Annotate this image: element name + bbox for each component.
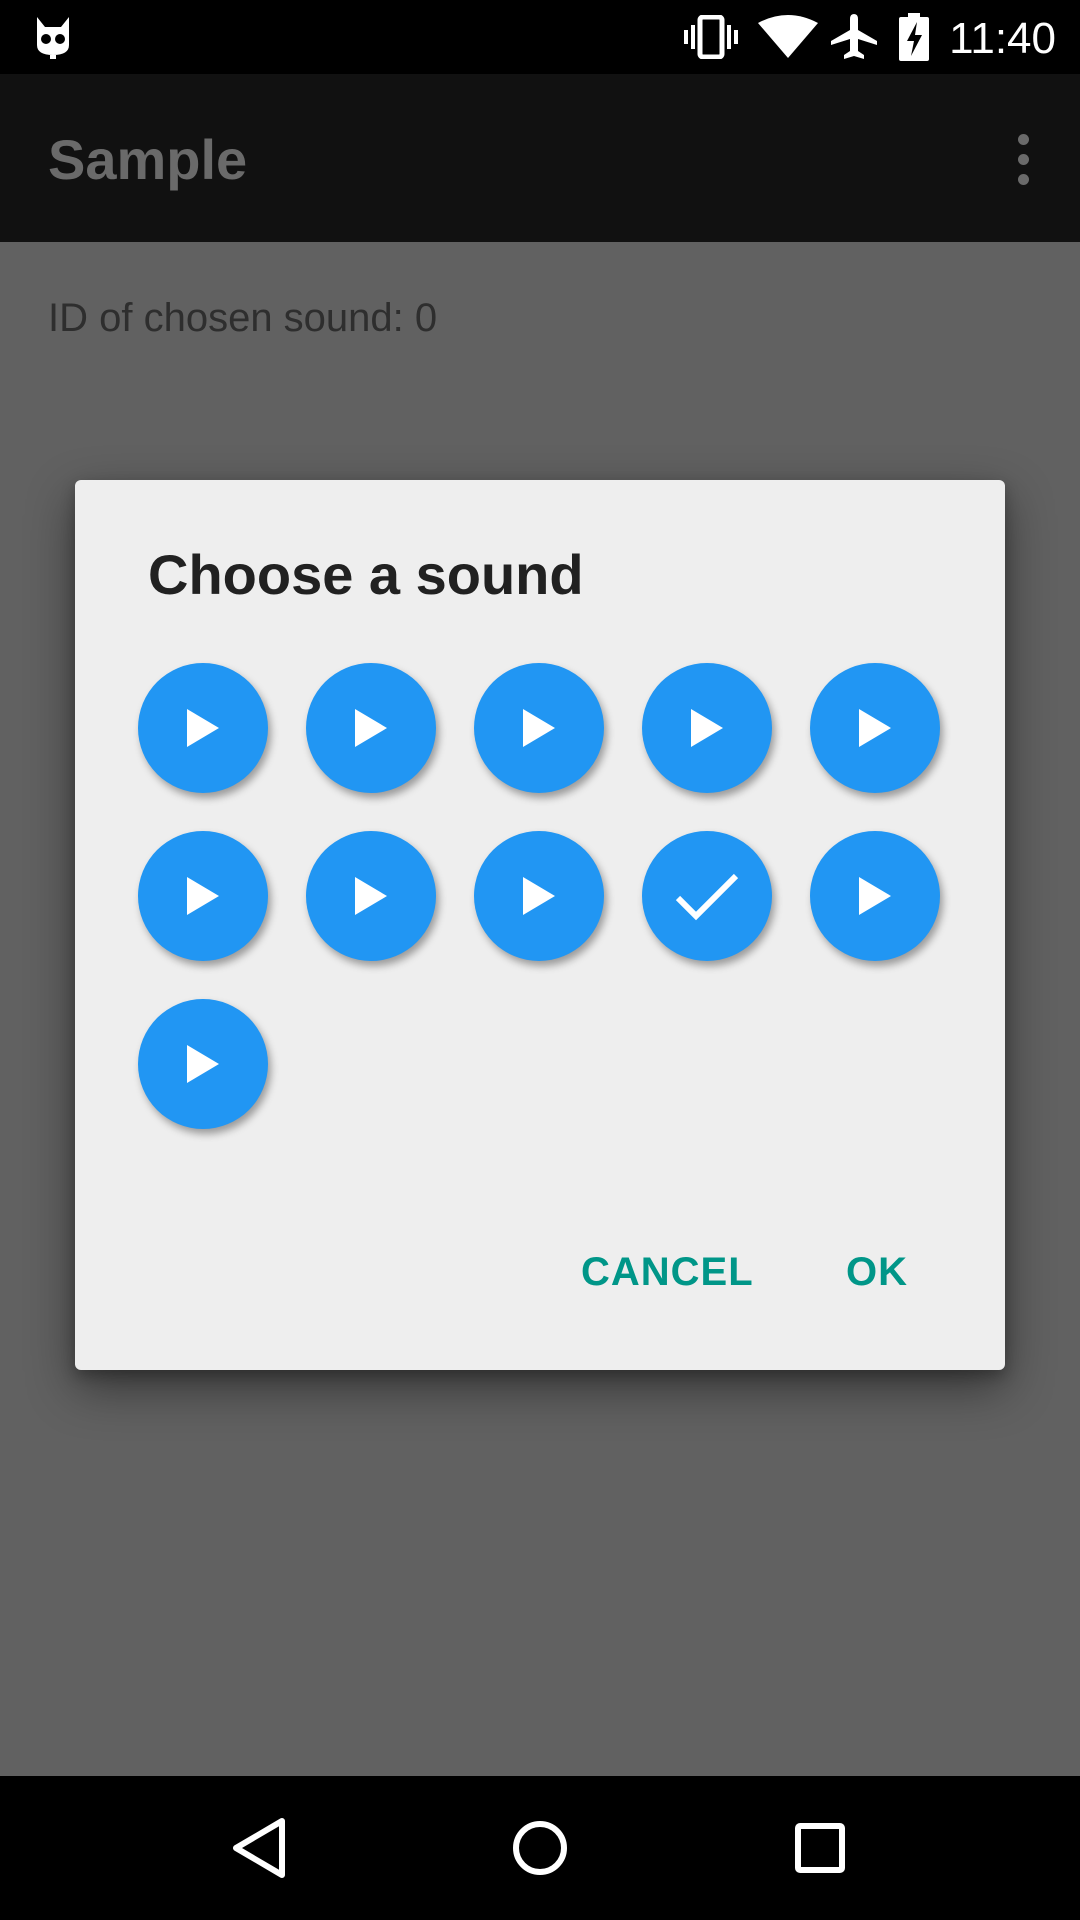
airplane-mode-icon [828,0,880,74]
cyanogen-mascot-icon [30,0,76,74]
status-bar: 11:40 [0,0,1080,74]
sound-button-selected[interactable] [642,831,772,961]
back-icon[interactable] [224,1812,296,1884]
ok-button[interactable]: OK [846,1250,908,1295]
wifi-icon [756,0,820,74]
play-icon [351,874,391,918]
sound-button[interactable] [138,663,268,793]
sound-button[interactable] [138,831,268,961]
sound-button[interactable] [810,663,940,793]
play-icon [351,706,391,750]
sound-button[interactable] [810,831,940,961]
overflow-dot [1017,173,1029,185]
vibrate-icon [682,0,740,74]
cancel-button[interactable]: CANCEL [581,1250,754,1295]
play-icon [855,706,895,750]
play-icon [183,706,223,750]
dialog-title: Choose a sound [148,543,584,606]
overflow-dot [1017,153,1029,165]
play-icon [183,1042,223,1086]
play-icon [519,706,559,750]
play-icon [519,874,559,918]
sound-button[interactable] [642,663,772,793]
sound-button[interactable] [306,663,436,793]
app-bar: Sample [0,74,1080,242]
play-icon [183,874,223,918]
check-icon [672,868,742,924]
home-icon[interactable] [504,1812,576,1884]
sound-button[interactable] [138,999,268,1129]
app-title: Sample [48,128,248,191]
choose-sound-dialog: Choose a sound CANCEL OK [75,480,1005,1370]
recents-icon[interactable] [784,1812,856,1884]
chosen-sound-text: ID of chosen sound: 0 [48,296,438,340]
battery-charging-icon [898,0,930,74]
status-time: 11:40 [949,14,1056,63]
sound-button[interactable] [474,831,604,961]
navigation-bar [0,1776,1080,1920]
overflow-dot [1017,133,1029,145]
sound-button[interactable] [306,831,436,961]
overflow-menu-icon[interactable] [996,132,1050,186]
sound-button[interactable] [474,663,604,793]
play-icon [687,706,727,750]
play-icon [855,874,895,918]
